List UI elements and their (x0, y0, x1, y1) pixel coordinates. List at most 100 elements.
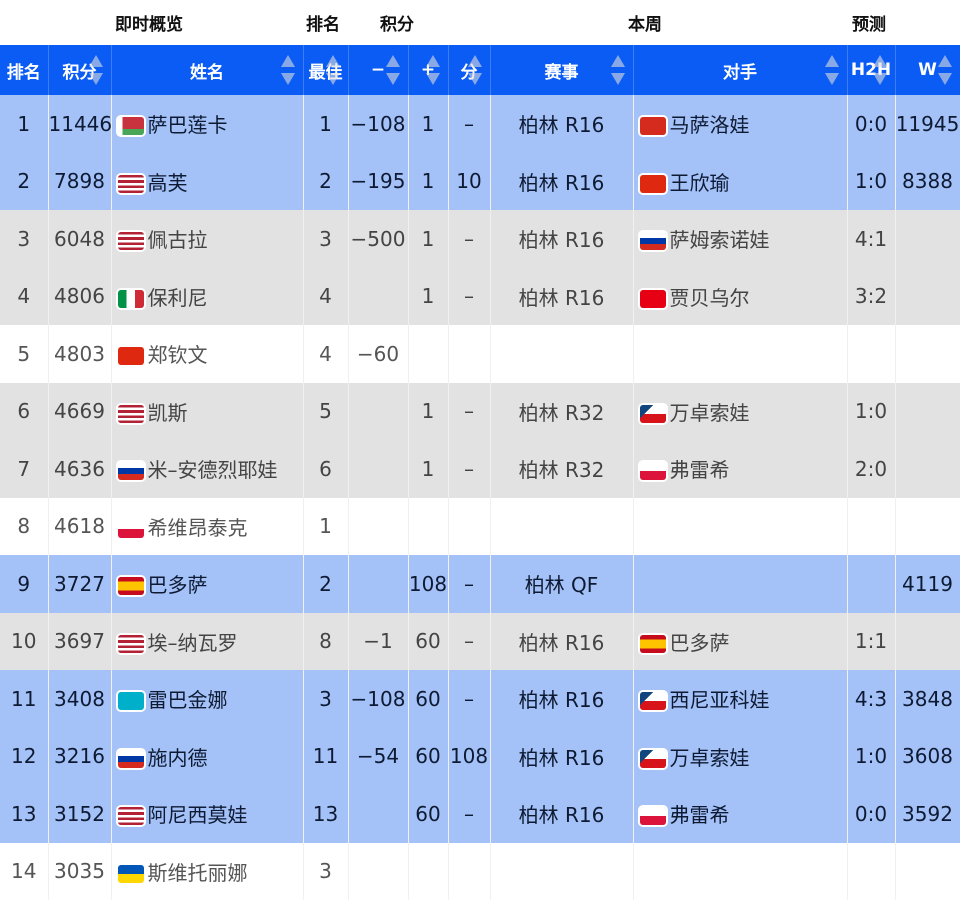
table-row[interactable]: 2 7898 高芙 2 −195 1 10 柏林 R16 王欣瑜 1:0 8388 (0, 152, 960, 210)
cell-w (895, 497, 960, 555)
sort-arrows-icon[interactable] (937, 55, 952, 85)
cell-value: 4 (319, 284, 332, 309)
cell-fen: – (448, 555, 491, 613)
column-header-name[interactable]: 姓名 (111, 45, 304, 95)
sort-arrows-icon[interactable] (325, 55, 340, 85)
cell-plus: 1 (408, 210, 449, 268)
sort-arrows-icon[interactable] (872, 55, 887, 85)
flag-ukr-icon (117, 864, 144, 883)
opponent-name: 贾贝乌尔 (669, 285, 750, 310)
cell-pts: 4636 (48, 440, 112, 498)
sort-arrows-icon[interactable] (824, 55, 839, 85)
cell-value: 2 (319, 169, 332, 194)
column-header-w[interactable]: W (895, 45, 960, 95)
column-header-fen[interactable]: 分 (448, 45, 491, 95)
cell-rank: 7 (0, 440, 49, 498)
cell-plus: 60 (408, 727, 449, 785)
table-row[interactable]: 13 3152 阿尼西莫娃 13 60– 柏林 R16 弗雷希 0:0 3592 (0, 785, 960, 843)
table-row[interactable]: 4 4806 保利尼 4 1 – 柏林 R16 贾贝乌尔 3:2 (0, 267, 960, 325)
sort-arrows-icon[interactable] (280, 55, 295, 85)
flag-usa-icon (117, 807, 144, 826)
table-row[interactable]: 7 4636 米–安德烈耶娃 6 1 – 柏林 R32 弗雷希 2:0 (0, 440, 960, 498)
cell-fen (448, 497, 491, 555)
column-header-label: 排名 (6, 62, 41, 83)
cell-plus: 60 (408, 670, 449, 728)
cell-minus (348, 842, 409, 900)
cell-rank: 5 (0, 325, 49, 383)
cell-value: 3697 (54, 629, 105, 654)
cell-value: 3 (319, 226, 332, 251)
cell-opp: 王欣瑜 (633, 152, 848, 210)
table-row[interactable]: 8 4618 希维昂泰克 1 (0, 497, 960, 555)
cell-name: 郑钦文 (111, 325, 304, 383)
column-header-best[interactable]: 最佳 (303, 45, 349, 95)
cell-plus (408, 497, 449, 555)
cell-value: 11 (11, 686, 37, 711)
cell-h2h (847, 842, 896, 900)
cell-opp: 萨姆索诺娃 (633, 210, 848, 268)
cell-name: 保利尼 (111, 267, 304, 325)
column-header-plus[interactable]: + (408, 45, 449, 95)
cell-rank: 9 (0, 555, 49, 613)
column-header-h2h[interactable]: H2H (847, 45, 896, 95)
cell-best: 6 (303, 440, 349, 498)
column-header-minus[interactable]: − (348, 45, 409, 95)
column-header-rank[interactable]: 排名 (0, 45, 49, 95)
cell-value: −60 (356, 341, 400, 366)
cell-event: 柏林 R32 (490, 382, 634, 440)
flag-pol-icon (117, 519, 144, 538)
cell-w (895, 440, 960, 498)
cell-value: 60 (415, 801, 441, 826)
table-row[interactable]: 14 3035 斯维托丽娜 3 (0, 842, 960, 900)
cell-event: 柏林 R16 (490, 727, 634, 785)
cell-plus: 1 (408, 382, 449, 440)
player-name: 希维昂泰克 (147, 515, 248, 540)
flag-sui-icon (639, 117, 666, 136)
flag-pol-icon (639, 807, 666, 826)
cell-best: 1 (303, 497, 349, 555)
cell-rank: 13 (0, 785, 49, 843)
group-points: 积分 (380, 15, 414, 35)
cell-value: 4:3 (854, 686, 888, 711)
sort-arrows-icon[interactable] (610, 55, 625, 85)
sort-arrows-icon[interactable] (425, 55, 440, 85)
cell-event: 柏林 R16 (490, 785, 634, 843)
table-row[interactable]: 9 3727 巴多萨 2 108– 柏林 QF 4119 (0, 555, 960, 613)
column-header-label: 赛事 (544, 62, 579, 83)
table-row[interactable]: 12 3216 施内德 11 −54 60 108 柏林 R16 万卓索娃 1:0 3608 (0, 727, 960, 785)
sort-arrows-icon[interactable] (385, 55, 400, 85)
cell-h2h: 4:3 (847, 670, 896, 728)
table-row[interactable]: 3 6048 佩古拉 3 −500 1 – 柏林 R16 萨姆索诺娃 4:1 (0, 210, 960, 268)
column-header-event[interactable]: 赛事 (490, 45, 634, 95)
column-header-points[interactable]: 积分 (48, 45, 112, 95)
cell-rank: 1 (0, 95, 49, 153)
cell-value: −108 (350, 686, 406, 711)
cell-name: 佩古拉 (111, 210, 304, 268)
cell-best: 11 (303, 727, 349, 785)
cell-value: −108 (350, 111, 406, 136)
cell-value: 1:0 (854, 169, 888, 194)
player-name: 雷巴金娜 (147, 688, 228, 713)
table-row[interactable]: 5 4803 郑钦文 4 −60 (0, 325, 960, 383)
flag-chn-icon (117, 347, 144, 366)
sort-arrows-icon[interactable] (467, 55, 482, 85)
group-rank: 排名 (306, 15, 340, 35)
cell-best: 2 (303, 152, 349, 210)
table-row[interactable]: 1 11446 萨巴莲卡 1 −108 1 – 柏林 R16 马萨洛娃 0:0 11945 (0, 95, 960, 153)
cell-value: 3152 (54, 801, 105, 826)
cell-value: 1 (421, 456, 435, 481)
cell-value: 60 (415, 686, 441, 711)
cell-value: 3592 (902, 801, 953, 826)
table-row[interactable]: 11 3408 雷巴金娜 3 −108 60– 柏林 R16 西尼亚科娃 4:3 3848 (0, 670, 960, 728)
table-row[interactable]: 10 3697 埃–纳瓦罗 8 −1 60– 柏林 R16 巴多萨 1:1 (0, 612, 960, 670)
cell-pts: 4669 (48, 382, 112, 440)
sort-arrows-icon[interactable] (88, 55, 103, 85)
flag-ita-icon (117, 289, 144, 308)
cell-value: 11 (312, 744, 339, 769)
column-header-opponent[interactable]: 对手 (633, 45, 848, 95)
table-row[interactable]: 6 4669 凯斯 5 1 – 柏林 R32 万卓索娃 1:0 (0, 382, 960, 440)
cell-value: −54 (356, 744, 400, 769)
cell-rank: 10 (0, 612, 49, 670)
cell-plus: 1 (408, 440, 449, 498)
cell-w (895, 382, 960, 440)
